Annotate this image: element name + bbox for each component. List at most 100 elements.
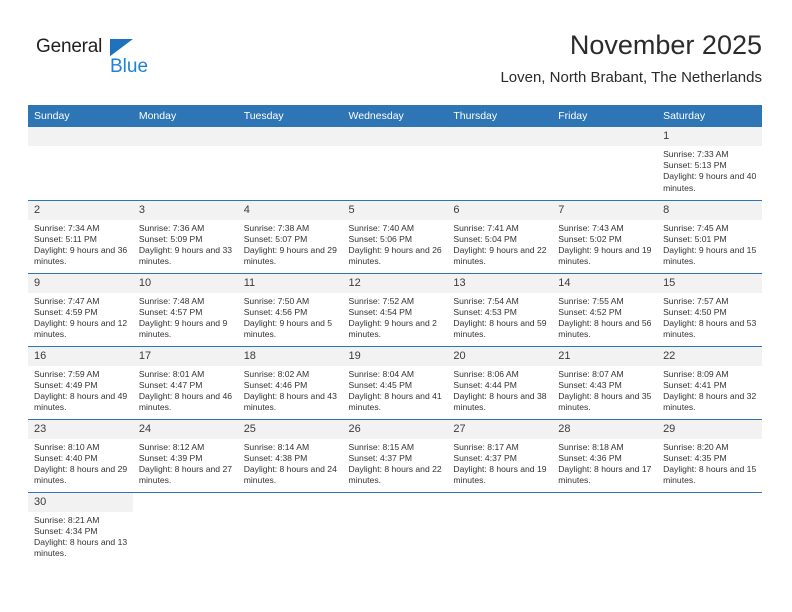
sunset-time: Sunset: 4:52 PM: [558, 306, 622, 317]
calendar-body: 1 Sunrise: 7:33 AM Sunset: 5:13 PM Daylight…: [28, 127, 762, 565]
calendar-day-cell[interactable]: 26 Sunrise: 8:15 AM Sunset: 4:37 PM Dayligh…: [342, 418, 448, 492]
calendar-cell-blank: [342, 491, 448, 565]
calendar-day-cell[interactable]: 24 Sunrise: 8:12 AM Sunset: 4:39 PM Dayligh…: [132, 418, 238, 492]
day-details: Sunrise: 7:41 AM Sunset: 5:04 PM Daylight:…: [447, 220, 552, 268]
day-details: Sunrise: 8:06 AM Sunset: 4:44 PM Daylight:…: [447, 366, 552, 414]
calendar-cell-blank: [447, 491, 553, 565]
page-header: General Blue November 2025 Loven, North …: [28, 28, 762, 100]
sunrise-time: Sunrise: 8:20 AM: [663, 441, 729, 452]
sunrise-time: Sunrise: 7:54 AM: [453, 295, 519, 306]
day-number: 29: [657, 419, 762, 439]
calendar-day-cell[interactable]: 14 Sunrise: 7:55 AM Sunset: 4:52 PM Dayligh…: [552, 272, 658, 346]
sunrise-time: Sunrise: 7:57 AM: [663, 295, 729, 306]
calendar-day-cell[interactable]: 10 Sunrise: 7:48 AM Sunset: 4:57 PM Dayligh…: [132, 272, 238, 346]
logo-text-blue: Blue: [110, 56, 149, 77]
day-details: Sunrise: 7:40 AM Sunset: 5:06 PM Daylight:…: [343, 220, 448, 268]
calendar-day-cell[interactable]: 29 Sunrise: 8:20 AM Sunset: 4:35 PM Dayligh…: [657, 418, 762, 492]
calendar-day-cell[interactable]: 8 Sunrise: 7:45 AM Sunset: 5:01 PM Daylight…: [657, 199, 762, 273]
day-details: Sunrise: 7:50 AM Sunset: 4:56 PM Daylight:…: [238, 293, 343, 341]
day-details: Sunrise: 7:59 AM Sunset: 4:49 PM Daylight:…: [28, 366, 133, 414]
daylight-duration: Daylight: 9 hours and 40 minutes.: [663, 171, 757, 193]
sunrise-time: Sunrise: 7:38 AM: [243, 222, 310, 233]
sunset-time: Sunset: 5:02 PM: [558, 233, 622, 244]
day-details: Sunrise: 8:15 AM Sunset: 4:37 PM Daylight:…: [343, 439, 448, 487]
calendar-day-cell[interactable]: 1 Sunrise: 7:33 AM Sunset: 5:13 PM Daylight…: [657, 127, 762, 200]
day-number: 8: [657, 200, 762, 220]
sunrise-time: Sunrise: 8:10 AM: [34, 441, 100, 452]
daylight-duration: Daylight: 9 hours and 33 minutes.: [138, 244, 233, 267]
sunset-time: Sunset: 4:53 PM: [453, 306, 517, 317]
day-number: 15: [657, 273, 762, 293]
sunset-time: Sunset: 4:46 PM: [243, 379, 308, 390]
day-details: Sunrise: 8:12 AM Sunset: 4:39 PM Daylight:…: [133, 439, 238, 487]
sunset-time: Sunset: 4:41 PM: [663, 379, 727, 390]
calendar-day-cell[interactable]: 28 Sunrise: 8:18 AM Sunset: 4:36 PM Dayligh…: [552, 418, 658, 492]
calendar-day-cell[interactable]: 11 Sunrise: 7:50 AM Sunset: 4:56 PM Dayligh…: [237, 272, 343, 346]
sunset-time: Sunset: 4:40 PM: [34, 452, 98, 463]
calendar-day-cell[interactable]: 6 Sunrise: 7:41 AM Sunset: 5:04 PM Daylight…: [447, 199, 553, 273]
calendar-day-cell[interactable]: 23 Sunrise: 8:10 AM Sunset: 4:40 PM Dayligh…: [28, 418, 133, 492]
weekday-header-monday: Monday: [132, 105, 238, 127]
sunrise-time: Sunrise: 8:07 AM: [558, 368, 624, 379]
sunset-time: Sunset: 4:57 PM: [138, 306, 203, 317]
calendar-day-cell[interactable]: 15 Sunrise: 7:57 AM Sunset: 4:50 PM Dayligh…: [657, 272, 762, 346]
calendar-day-cell[interactable]: 25 Sunrise: 8:14 AM Sunset: 4:38 PM Dayligh…: [237, 418, 343, 492]
day-number: 5: [342, 200, 448, 220]
day-details: Sunrise: 7:45 AM Sunset: 5:01 PM Daylight:…: [657, 220, 762, 268]
calendar-day-cell[interactable]: 2 Sunrise: 7:34 AM Sunset: 5:11 PM Daylight…: [28, 199, 133, 273]
calendar-day-cell[interactable]: 19 Sunrise: 8:04 AM Sunset: 4:45 PM Dayligh…: [342, 345, 448, 419]
calendar-day-cell[interactable]: 18 Sunrise: 8:02 AM Sunset: 4:46 PM Dayligh…: [237, 345, 343, 419]
day-number: 25: [237, 419, 343, 439]
day-number: 16: [28, 346, 133, 366]
calendar-week-row: 9 Sunrise: 7:47 AM Sunset: 4:59 PM Daylight…: [28, 272, 762, 346]
sunset-time: Sunset: 4:50 PM: [663, 306, 727, 317]
calendar-cell-blank: [132, 491, 238, 565]
calendar-day-cell[interactable]: 13 Sunrise: 7:54 AM Sunset: 4:53 PM Dayligh…: [447, 272, 553, 346]
calendar-day-cell[interactable]: 12 Sunrise: 7:52 AM Sunset: 4:54 PM Dayligh…: [342, 272, 448, 346]
sunrise-time: Sunrise: 8:18 AM: [558, 441, 624, 452]
general-blue-logo[interactable]: General Blue: [36, 36, 166, 92]
daylight-duration: Daylight: 9 hours and 36 minutes.: [34, 244, 128, 267]
day-details: Sunrise: 8:04 AM Sunset: 4:45 PM Daylight:…: [343, 366, 448, 414]
sunrise-time: Sunrise: 7:50 AM: [243, 295, 310, 306]
day-details: Sunrise: 8:20 AM Sunset: 4:35 PM Daylight:…: [657, 439, 762, 487]
weekday-header-wednesday: Wednesday: [342, 105, 448, 127]
day-details: Sunrise: 7:54 AM Sunset: 4:53 PM Daylight:…: [447, 293, 552, 341]
title-block: November 2025 Loven, North Brabant, The …: [500, 28, 762, 87]
day-details: Sunrise: 7:48 AM Sunset: 4:57 PM Daylight:…: [133, 293, 238, 341]
sunset-time: Sunset: 4:56 PM: [243, 306, 308, 317]
daylight-duration: Daylight: 9 hours and 12 minutes.: [34, 317, 128, 340]
calendar-day-cell[interactable]: 9 Sunrise: 7:47 AM Sunset: 4:59 PM Daylight…: [28, 272, 133, 346]
calendar-page: General Blue November 2025 Loven, North …: [0, 0, 792, 612]
day-number: [237, 127, 343, 146]
weekday-header-saturday: Saturday: [657, 105, 762, 127]
day-number: 17: [132, 346, 238, 366]
sunset-time: Sunset: 4:36 PM: [558, 452, 622, 463]
daylight-duration: Daylight: 9 hours and 5 minutes.: [243, 317, 333, 340]
daylight-duration: Daylight: 8 hours and 43 minutes.: [243, 390, 337, 413]
calendar-day-cell[interactable]: 22 Sunrise: 8:09 AM Sunset: 4:41 PM Dayligh…: [657, 345, 762, 419]
sunrise-time: Sunrise: 7:52 AM: [348, 295, 414, 306]
calendar-day-cell[interactable]: 5 Sunrise: 7:40 AM Sunset: 5:06 PM Daylight…: [342, 199, 448, 273]
calendar-day-cell[interactable]: 16 Sunrise: 7:59 AM Sunset: 4:49 PM Dayligh…: [28, 345, 133, 419]
sunset-time: Sunset: 4:59 PM: [34, 306, 98, 317]
calendar-day-cell[interactable]: 17 Sunrise: 8:01 AM Sunset: 4:47 PM Dayligh…: [132, 345, 238, 419]
logo-text-general: General: [36, 36, 103, 57]
daylight-duration: Daylight: 8 hours and 13 minutes.: [34, 536, 128, 559]
calendar-day-cell[interactable]: 20 Sunrise: 8:06 AM Sunset: 4:44 PM Dayligh…: [447, 345, 553, 419]
calendar-day-cell[interactable]: 7 Sunrise: 7:43 AM Sunset: 5:02 PM Daylight…: [552, 199, 658, 273]
calendar-day-cell[interactable]: 30 Sunrise: 8:21 AM Sunset: 4:34 PM Dayligh…: [28, 491, 133, 565]
day-details: Sunrise: 7:36 AM Sunset: 5:09 PM Daylight:…: [133, 220, 238, 268]
calendar-day-cell[interactable]: 3 Sunrise: 7:36 AM Sunset: 5:09 PM Daylight…: [132, 199, 238, 273]
calendar-cell-empty: [552, 127, 658, 200]
sunset-time: Sunset: 4:38 PM: [243, 452, 308, 463]
calendar-day-cell[interactable]: 21 Sunrise: 8:07 AM Sunset: 4:43 PM Dayligh…: [552, 345, 658, 419]
sunrise-time: Sunrise: 8:06 AM: [453, 368, 519, 379]
calendar-day-cell[interactable]: 27 Sunrise: 8:17 AM Sunset: 4:37 PM Dayligh…: [447, 418, 553, 492]
sunrise-time: Sunrise: 7:59 AM: [34, 368, 100, 379]
day-details: Sunrise: 7:33 AM Sunset: 5:13 PM Daylight:…: [657, 146, 762, 194]
weekday-header-sunday: Sunday: [28, 105, 133, 127]
daylight-duration: Daylight: 9 hours and 2 minutes.: [348, 317, 437, 340]
calendar-day-cell[interactable]: 4 Sunrise: 7:38 AM Sunset: 5:07 PM Daylight…: [237, 199, 343, 273]
sunset-time: Sunset: 4:37 PM: [453, 452, 517, 463]
